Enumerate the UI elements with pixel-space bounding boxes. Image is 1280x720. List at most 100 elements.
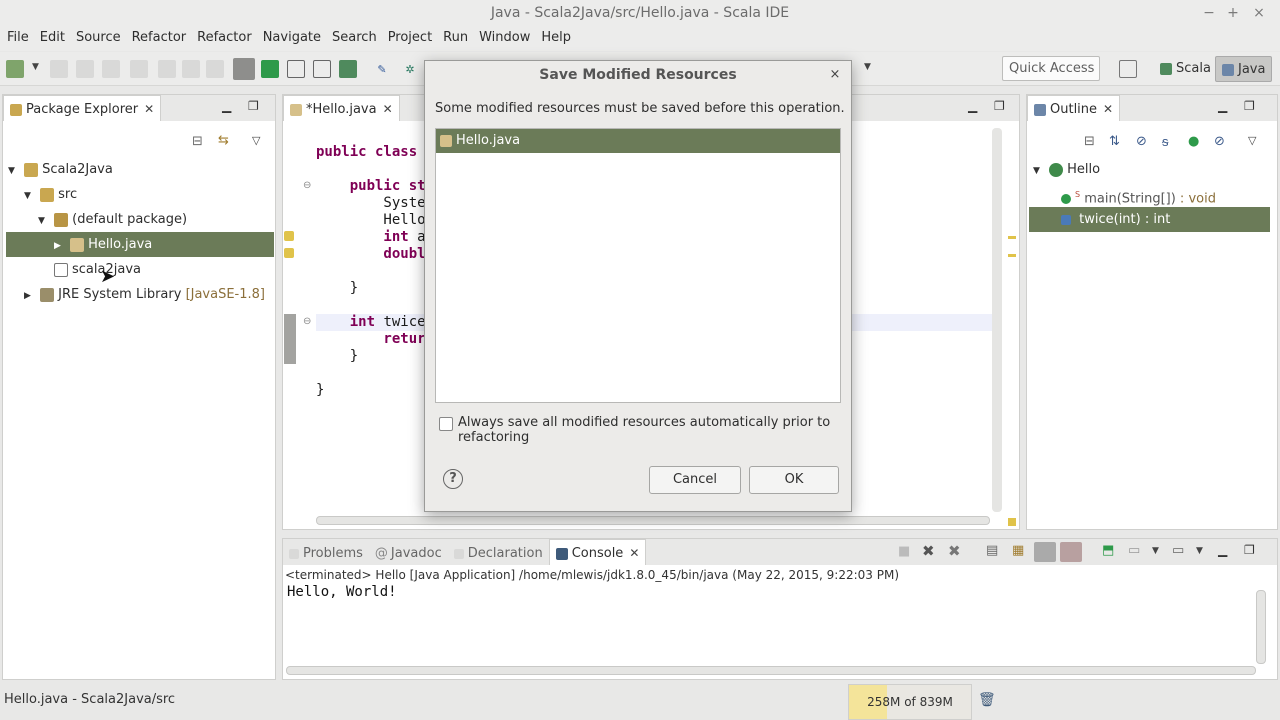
scala-icon[interactable] — [339, 60, 357, 78]
overview-warning-marker[interactable] — [1008, 236, 1016, 239]
tab-javadoc[interactable]: @ Javadoc — [369, 541, 448, 567]
close-icon[interactable]: ✕ — [1103, 102, 1113, 116]
display-console-icon[interactable]: ▭ — [1128, 543, 1140, 558]
hide-local-types-icon[interactable]: ⊘ — [1214, 134, 1225, 149]
show-on-error-icon[interactable] — [1060, 542, 1082, 562]
new-icon[interactable] — [6, 60, 24, 78]
close-icon[interactable]: ✕ — [383, 102, 393, 116]
overview-warning-marker[interactable] — [1008, 254, 1016, 257]
save-icon[interactable] — [50, 60, 68, 78]
run-last-icon[interactable] — [158, 60, 176, 78]
tree-item-default-package[interactable]: ▼ (default package) — [6, 207, 274, 232]
open-console-dropdown-icon[interactable]: ▼ — [1196, 546, 1203, 556]
editor-vertical-scrollbar[interactable] — [992, 128, 1002, 512]
console-vertical-scrollbar[interactable] — [1256, 590, 1266, 664]
chevron-down-icon[interactable]: ▼ — [24, 184, 36, 209]
terminate-icon[interactable]: ■ — [898, 544, 910, 559]
console-horizontal-scrollbar[interactable] — [286, 666, 1256, 675]
link-editor-icon[interactable] — [233, 58, 255, 80]
always-save-label[interactable]: Always save all modified resources autom… — [458, 415, 851, 445]
warning-icon[interactable] — [284, 248, 294, 258]
search-list-icon[interactable] — [313, 60, 331, 78]
outline-view-menu-icon[interactable]: ▽ — [1248, 134, 1256, 147]
editor-horizontal-scrollbar[interactable] — [316, 516, 990, 525]
console-maximize-icon[interactable]: ❐ — [1244, 543, 1255, 557]
remove-launch-icon[interactable]: ✖ — [922, 542, 935, 560]
chevron-right-icon[interactable]: ▶ — [54, 234, 66, 259]
collapse-all-icon[interactable]: ⊟ — [192, 134, 203, 149]
minimize-button[interactable]: − — [1200, 4, 1218, 22]
outline-minimize-icon[interactable]: ▁ — [1218, 99, 1227, 113]
chevron-down-icon[interactable]: ▼ — [38, 209, 50, 234]
toolbar-dropdown-icon[interactable]: ▼ — [864, 62, 871, 72]
warning-icon[interactable] — [284, 231, 294, 241]
list-item[interactable]: Hello.java — [436, 129, 840, 153]
dialog-close-icon[interactable]: × — [823, 61, 847, 89]
tree-item-scala2java[interactable]: scala2java — [6, 257, 274, 282]
close-icon[interactable]: ✕ — [629, 546, 639, 560]
sort-icon[interactable]: ⇅ — [1109, 134, 1120, 149]
menu-edit[interactable]: Edit — [36, 29, 69, 47]
hide-fields-icon[interactable]: ⊘ — [1136, 134, 1147, 149]
menu-window[interactable]: Window — [475, 29, 534, 47]
gear-icon[interactable]: ✲ — [401, 60, 419, 78]
tasks-icon[interactable] — [261, 60, 279, 78]
menu-refactor[interactable]: Refactor — [128, 29, 191, 47]
remove-all-icon[interactable]: ✖ — [948, 542, 961, 560]
cancel-button[interactable]: Cancel — [649, 466, 741, 494]
chevron-right-icon[interactable]: ▶ — [24, 284, 36, 309]
console-minimize-icon[interactable]: ▁ — [1218, 543, 1227, 557]
close-window-button[interactable]: × — [1250, 4, 1268, 22]
always-save-checkbox[interactable] — [439, 417, 453, 431]
save-all-icon[interactable] — [76, 60, 94, 78]
menu-help[interactable]: Help — [537, 29, 575, 47]
ok-button[interactable]: OK — [749, 466, 839, 494]
view-menu-icon[interactable]: ▽ — [252, 134, 260, 147]
chevron-down-icon[interactable]: ▼ — [8, 159, 20, 184]
code-area[interactable]: public class H public sta Syster Hello i… — [316, 144, 996, 399]
menu-run[interactable]: Run — [439, 29, 472, 47]
tree-item-src[interactable]: ▼ src — [6, 182, 274, 207]
close-icon[interactable]: ✕ — [144, 102, 154, 116]
debug-icon[interactable] — [130, 60, 148, 78]
toggle-icon[interactable] — [182, 60, 200, 78]
tab-console[interactable]: Console ✕ — [548, 539, 647, 565]
pin-console-icon[interactable]: ⬒ — [1102, 543, 1114, 558]
menu-navigate[interactable]: Navigate — [259, 29, 325, 47]
outline-item-twice[interactable]: twice(int) : int — [1029, 207, 1270, 232]
open-perspective-icon[interactable] — [1119, 60, 1137, 78]
tree-item-hello-java[interactable]: ▶ Hello.java — [6, 232, 274, 257]
modified-resources-list[interactable]: Hello.java — [435, 128, 841, 403]
tab-hello-java[interactable]: *Hello.java ✕ — [283, 95, 400, 121]
editor-maximize-icon[interactable]: ❐ — [994, 99, 1005, 113]
outline-item-main[interactable]: S main(String[]) : void — [1029, 182, 1270, 207]
maximize-button[interactable]: + — [1224, 4, 1242, 22]
minimize-icon[interactable]: ▁ — [222, 99, 231, 113]
fold-toggle-icon[interactable]: ⊖ — [303, 316, 311, 327]
menu-file[interactable]: File — [3, 29, 33, 47]
menu-project[interactable]: Project — [384, 29, 436, 47]
collapse-icon[interactable]: ⊟ — [1084, 134, 1095, 149]
tab-outline[interactable]: Outline ✕ — [1027, 95, 1121, 121]
print-icon[interactable] — [102, 60, 120, 78]
tab-problems[interactable]: Problems — [283, 541, 369, 567]
scroll-lock-icon[interactable]: ▦ — [1012, 543, 1024, 558]
menu-refactor-2[interactable]: Refactor — [193, 29, 256, 47]
open-type-icon[interactable] — [287, 60, 305, 78]
chevron-down-icon[interactable]: ▼ — [1033, 159, 1045, 184]
quick-access-input[interactable]: Quick Access — [1002, 56, 1100, 81]
menu-source[interactable]: Source — [72, 29, 125, 47]
outline-maximize-icon[interactable]: ❐ — [1244, 99, 1255, 113]
link-with-editor-icon[interactable]: ⇆ — [218, 133, 229, 148]
display-dropdown-icon[interactable]: ▼ — [1152, 546, 1159, 556]
format-icon[interactable] — [206, 60, 224, 78]
clear-console-icon[interactable]: ▤ — [986, 543, 998, 558]
hide-nonpublic-icon[interactable]: ● — [1188, 134, 1199, 149]
maximize-icon[interactable]: ❐ — [248, 99, 259, 113]
outline-item-class[interactable]: ▼ Hello — [1029, 157, 1270, 182]
garbage-collect-icon[interactable]: 🗑 — [978, 692, 996, 708]
pin-icon[interactable]: ✎ — [373, 60, 391, 78]
tree-item-project[interactable]: ▼ Scala2Java — [6, 157, 274, 182]
fold-toggle-icon[interactable]: ⊖ — [303, 180, 311, 191]
hide-static-icon[interactable]: ᵴ — [1162, 134, 1169, 150]
